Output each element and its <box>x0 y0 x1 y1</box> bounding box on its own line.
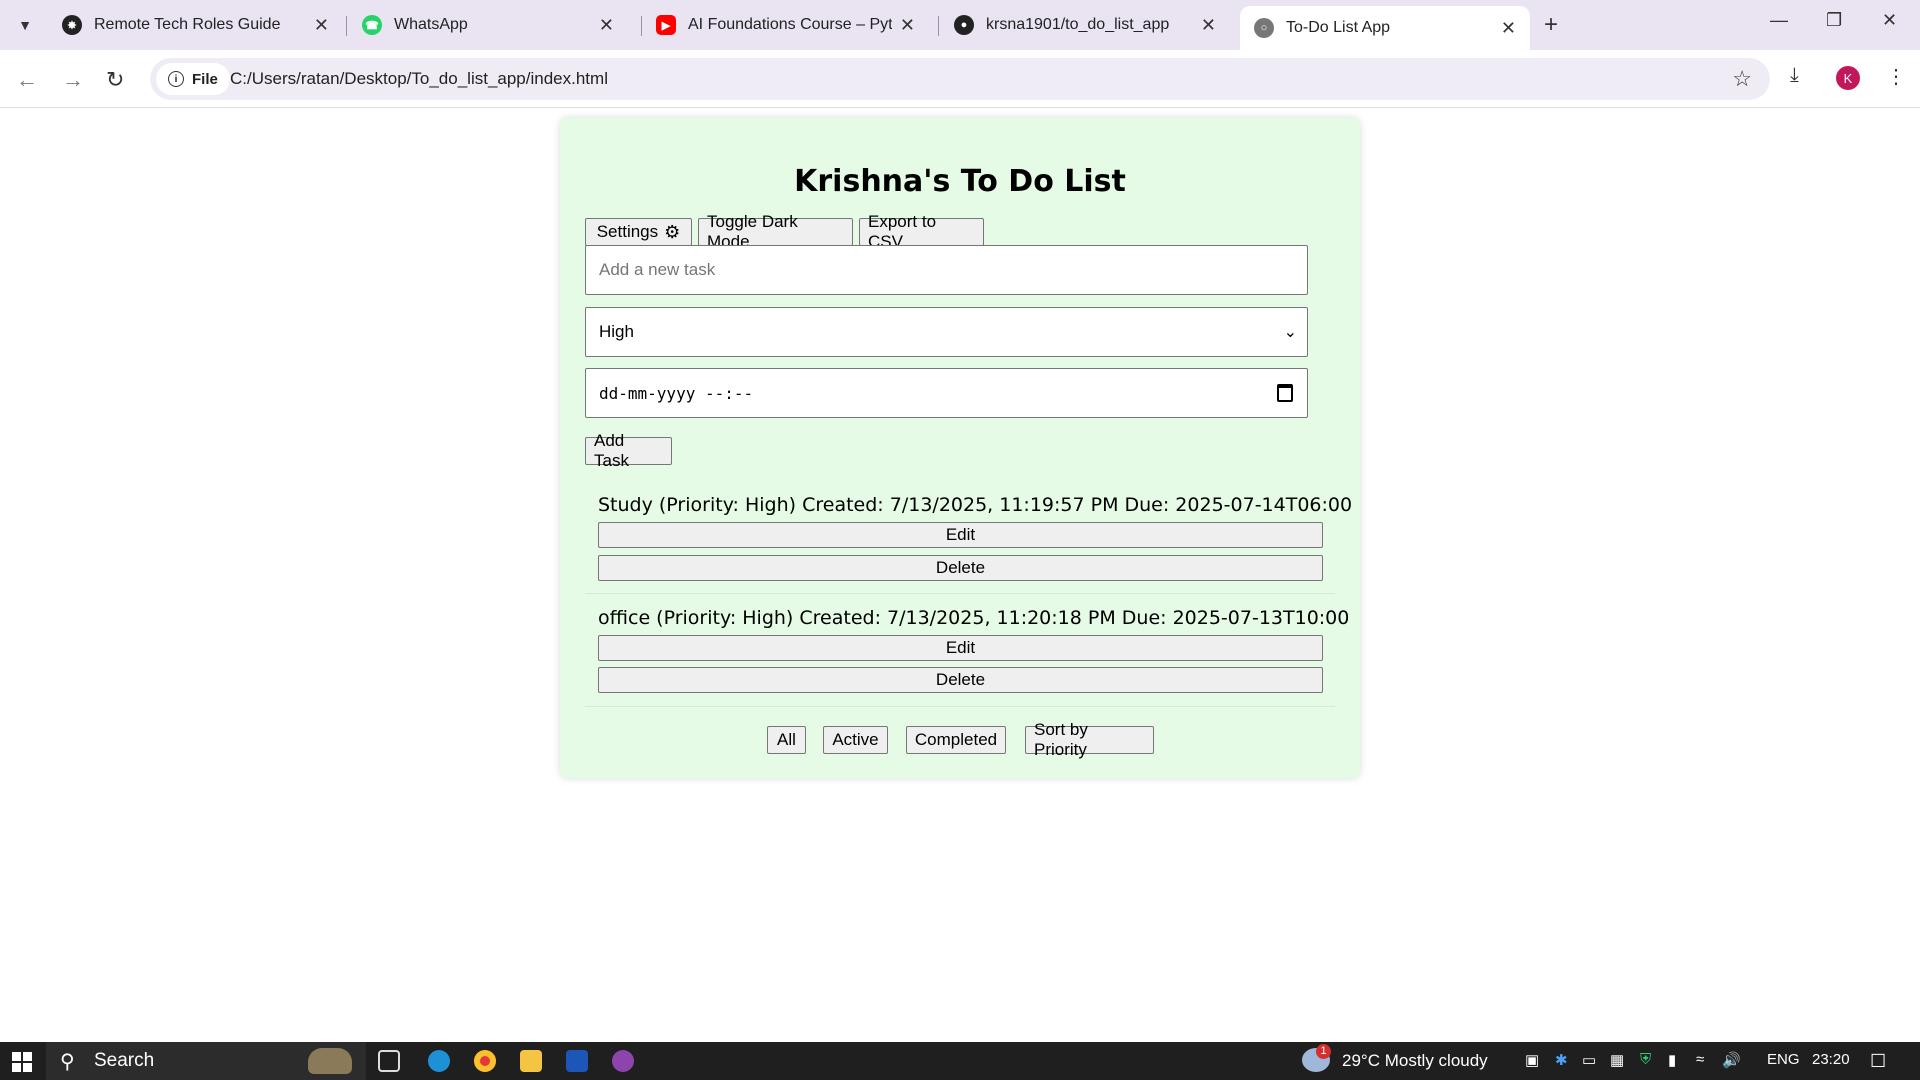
task-item: office (Priority: High) Created: 7/13/20… <box>585 595 1349 707</box>
weather-badge: 1 <box>1316 1044 1331 1059</box>
security-shield-icon[interactable]: ⛨ <box>1640 1051 1651 1068</box>
tab-divider <box>346 16 347 36</box>
app-tray-icon[interactable]: ▦ <box>1610 1051 1624 1069</box>
url-text[interactable]: C:/Users/ratan/Desktop/To_do_list_app/in… <box>230 69 608 89</box>
file-explorer-icon[interactable] <box>520 1050 542 1072</box>
minimize-button[interactable]: — <box>1770 10 1788 31</box>
more-menu-icon[interactable]: ⋮ <box>1886 64 1906 89</box>
edit-task-button[interactable]: Edit <box>598 522 1323 548</box>
windows-taskbar: ⚲ Search 1 29°C Mostly cloudy ▣ ✱ ▭ ▦ ⛨ … <box>0 1042 1920 1080</box>
close-icon: ✕ <box>1882 10 1898 30</box>
site-info-chip[interactable]: i File <box>156 63 230 95</box>
github-desktop-icon[interactable] <box>612 1050 634 1072</box>
task-text: Study (Priority: High) Created: 7/13/202… <box>598 494 1353 516</box>
address-bar[interactable]: i File C:/Users/ratan/Desktop/To_do_list… <box>150 58 1770 100</box>
page-title: Krishna's To Do List <box>794 164 1126 199</box>
bookmark-star-icon[interactable]: ☆ <box>1732 66 1752 92</box>
tab-title: To-Do List App <box>1286 19 1391 36</box>
close-window-button[interactable]: ✕ <box>1882 10 1897 31</box>
close-tab-icon[interactable]: ✕ <box>314 15 329 36</box>
toolbar: ← → ↻ i File C:/Users/ratan/Desktop/To_d… <box>0 50 1920 108</box>
sort-priority-button[interactable]: Sort by Priority <box>1025 720 1154 759</box>
youtube-icon: ▶ <box>656 15 676 35</box>
new-task-placeholder: Add a new task <box>599 260 716 279</box>
clock[interactable]: 23:20 <box>1812 1051 1850 1068</box>
todo-app-container: Krishna's To Do List Settings ⚙ Toggle D… <box>560 118 1360 778</box>
settings-label: Settings <box>596 222 659 241</box>
forward-icon[interactable]: → <box>62 67 84 93</box>
edit-task-button[interactable]: Edit <box>598 635 1323 661</box>
close-tab-icon[interactable]: ✕ <box>1501 18 1516 39</box>
task-view-icon[interactable] <box>378 1050 400 1072</box>
windows-start-icon[interactable] <box>12 1052 32 1072</box>
tab-title: AI Foundations Course – Pytho <box>688 16 892 33</box>
filter-active-button[interactable]: Active <box>823 726 888 754</box>
search-icon: ⚲ <box>60 1051 75 1073</box>
tab-title: krsna1901/to_do_list_app <box>986 16 1170 33</box>
search-label: Search <box>94 1050 155 1071</box>
chip-label: File <box>192 70 218 88</box>
tab-title: Remote Tech Roles Guide <box>94 16 281 33</box>
due-datetime-input[interactable]: dd-mm-yyyy --:-- <box>585 368 1308 418</box>
toggle-dark-mode-button[interactable]: Toggle Dark Mode <box>698 212 853 251</box>
tab-remote-tech[interactable]: ✸ Remote Tech Roles Guide ✕ <box>48 7 343 43</box>
close-tab-icon[interactable]: ✕ <box>900 15 915 36</box>
add-task-button[interactable]: Add Task <box>585 431 672 470</box>
github-icon: ● <box>954 15 974 35</box>
tab-ai-foundations[interactable]: ▶ AI Foundations Course – Pytho ✕ <box>642 7 929 43</box>
task-item: Study (Priority: High) Created: 7/13/202… <box>585 480 1352 594</box>
device-icon[interactable]: ▭ <box>1582 1051 1596 1069</box>
tab-github[interactable]: ● krsna1901/to_do_list_app ✕ <box>940 7 1230 43</box>
notifications-icon[interactable]: ☐ <box>1870 1051 1886 1072</box>
volume-icon[interactable]: 🔊 <box>1722 1051 1741 1069</box>
settings-button[interactable]: Settings ⚙ <box>585 218 692 246</box>
battery-icon[interactable]: ▮ <box>1668 1051 1676 1069</box>
tab-todo-app[interactable]: ○ To-Do List App ✕ <box>1240 6 1530 50</box>
tab-whatsapp[interactable]: ☎ WhatsApp ✕ <box>348 7 628 43</box>
tab-search-button[interactable]: ▼ <box>10 10 40 40</box>
back-icon[interactable]: ← <box>16 67 38 93</box>
avatar[interactable]: K <box>1836 66 1860 90</box>
priority-selected-value: High <box>599 322 634 341</box>
openai-icon: ✸ <box>62 15 82 35</box>
chrome-icon[interactable] <box>474 1050 496 1072</box>
tab-title: WhatsApp <box>394 16 468 33</box>
restore-button[interactable]: ❐ <box>1826 10 1842 31</box>
wifi-icon[interactable]: ≈ <box>1696 1051 1704 1068</box>
taskbar-search[interactable]: ⚲ Search <box>46 1042 366 1080</box>
datetime-placeholder: dd-mm-yyyy --:-- <box>599 383 754 403</box>
meet-now-icon[interactable]: ▣ <box>1525 1051 1539 1069</box>
task-text: office (Priority: High) Created: 7/13/20… <box>598 607 1350 629</box>
gear-icon: ⚙ <box>664 221 681 242</box>
bluetooth-icon[interactable]: ✱ <box>1555 1051 1568 1069</box>
language-indicator[interactable]: ENG <box>1767 1051 1800 1068</box>
download-icon[interactable]: ⤓ <box>1790 64 1799 87</box>
filter-completed-button[interactable]: Completed <box>906 726 1006 754</box>
close-tab-icon[interactable]: ✕ <box>599 15 614 36</box>
edge-icon[interactable] <box>428 1050 450 1072</box>
weather-text[interactable]: 29°C Mostly cloudy <box>1342 1051 1488 1071</box>
word-icon[interactable] <box>566 1050 588 1072</box>
tab-divider <box>938 16 939 36</box>
whatsapp-icon: ☎ <box>362 15 382 35</box>
priority-select[interactable]: High ⌄ <box>585 307 1308 357</box>
info-icon: i <box>168 71 184 87</box>
chevron-down-icon: ▼ <box>18 17 32 33</box>
restore-icon: ❐ <box>1826 10 1843 30</box>
reload-icon[interactable]: ↻ <box>106 67 124 93</box>
new-task-input[interactable]: Add a new task <box>585 245 1308 295</box>
close-tab-icon[interactable]: ✕ <box>1201 15 1216 36</box>
export-csv-button[interactable]: Export to CSV <box>859 212 984 251</box>
search-highlight-image <box>308 1048 352 1074</box>
plus-icon: + <box>1544 11 1559 38</box>
calendar-icon[interactable] <box>1277 384 1293 402</box>
tab-strip: ▼ ✸ Remote Tech Roles Guide ✕ ☎ WhatsApp… <box>0 0 1920 50</box>
delete-task-button[interactable]: Delete <box>598 667 1323 693</box>
new-tab-button[interactable]: + <box>1544 12 1558 38</box>
delete-task-button[interactable]: Delete <box>598 555 1323 581</box>
minimize-icon: — <box>1770 10 1788 30</box>
chevron-down-icon: ⌄ <box>1283 324 1297 341</box>
globe-icon: ○ <box>1254 18 1274 38</box>
filter-all-button[interactable]: All <box>767 726 806 754</box>
